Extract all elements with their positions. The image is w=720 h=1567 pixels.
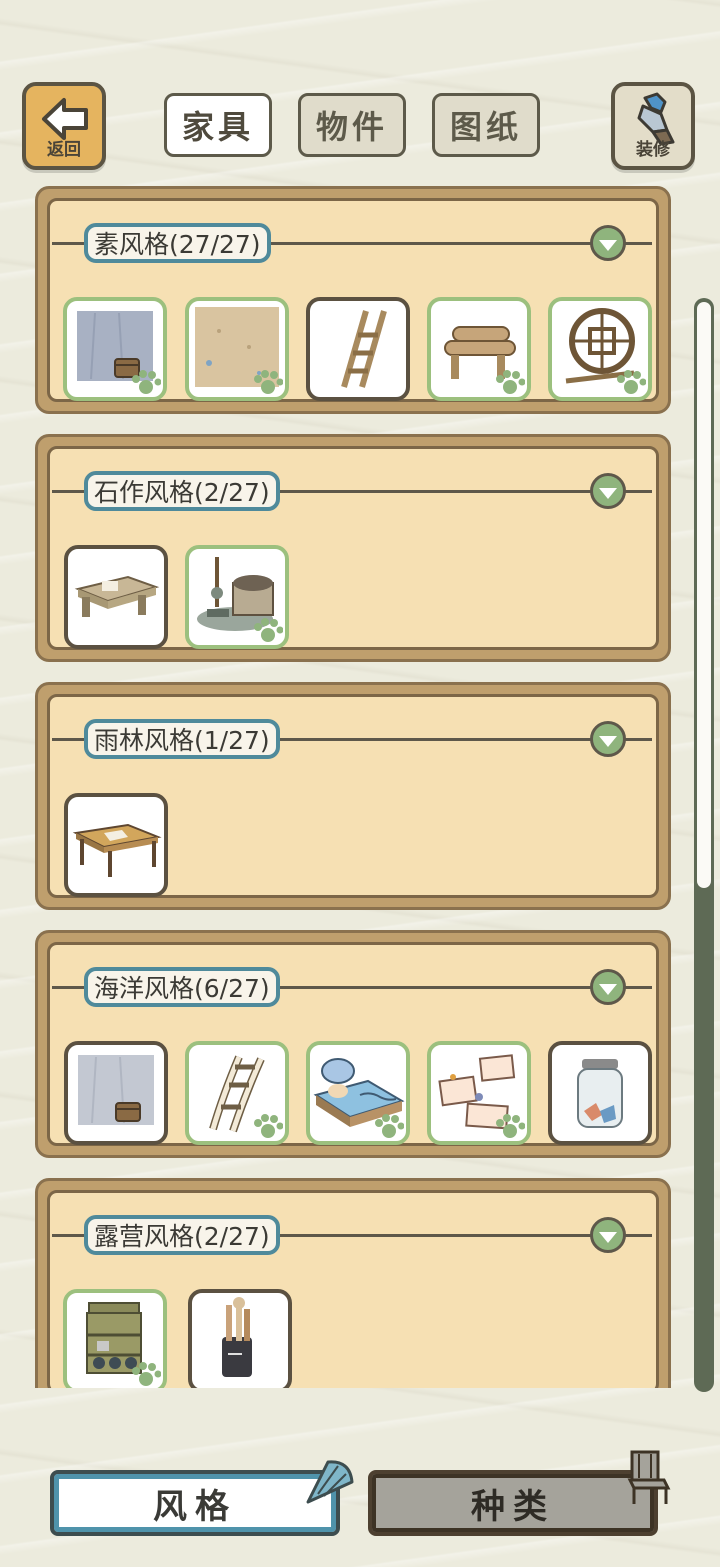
scrollbar-track[interactable] [694,298,714,1392]
back-label: 返回 [47,140,81,160]
item-wall-with-bucket[interactable] [63,297,167,401]
chair-icon [627,1450,671,1504]
category-title: 石作风格(2/27) [84,471,280,511]
kind-sort-button[interactable]: 种类 [368,1470,658,1536]
kind-sort-label: 种类 [471,1486,555,1527]
item-wall-with-bucket[interactable] [64,1041,168,1145]
tab-blueprints[interactable]: 图纸 [432,93,540,157]
category-title: 海洋风格(6/27) [84,967,280,1007]
category-panel-ocean: 海洋风格(6/27) [35,930,671,1158]
item-glass-jar[interactable] [548,1041,652,1145]
category-panel-rainforest: 雨林风格(1/27) [35,682,671,910]
tool-bucket-icon [222,1297,252,1377]
paw-icon [132,1362,161,1386]
panel-inner: 露营风格(2/27) [47,1190,659,1388]
chevron-down-icon[interactable] [590,1217,626,1253]
tab-objects[interactable]: 物件 [298,93,406,157]
paw-icon [496,1114,525,1138]
paw-icon [617,370,646,394]
paw-icon [254,370,283,394]
item-wooden-ladder[interactable] [306,297,410,401]
category-panel-plain: 素风格(27/27) [35,186,671,414]
low-table-icon [72,823,162,877]
item-notes-board[interactable] [427,1041,531,1145]
scrollbar-thumb[interactable] [697,302,711,888]
wall-bucket-icon [78,1055,154,1125]
category-title: 雨林风格(1/27) [84,719,280,759]
chevron-down-icon[interactable] [590,721,626,757]
stone-table-icon [74,575,160,617]
top-bar: 返回 家具 物件 图纸 装修 [0,0,720,180]
item-tool-bucket[interactable] [188,1289,292,1388]
item-log-bench[interactable] [427,297,531,401]
back-button[interactable]: 返回 [22,82,106,170]
chevron-down-icon[interactable] [590,473,626,509]
category-title: 露营风格(2/27) [84,1215,280,1255]
item-camping-shelf[interactable] [63,1289,167,1388]
category-panel-camping: 露营风格(2/27) [35,1178,671,1388]
panel-inner: 石作风格(2/27) [47,446,659,650]
panel-inner: 雨林风格(1/27) [47,694,659,898]
item-stone-table[interactable] [64,545,168,649]
style-sort-button[interactable]: 风格 [50,1470,340,1536]
chevron-down-icon[interactable] [590,225,626,261]
style-category-list[interactable]: 素风格(27/27) 石作风格(2/27) 雨林风格(1/27) 海洋风格(6/… [35,186,671,1388]
item-sand-floor[interactable] [185,297,289,401]
paw-icon [254,1114,283,1138]
shell-icon [306,1460,354,1504]
item-ocean-bed[interactable] [306,1041,410,1145]
decorate-button[interactable]: 装修 [611,82,695,170]
category-panel-stone: 石作风格(2/27) [35,434,671,662]
tab-furniture[interactable]: 家具 [164,93,272,157]
panel-inner: 海洋风格(6/27) [47,942,659,1146]
category-title: 素风格(27/27) [84,223,271,263]
ladder-icon [341,310,387,388]
paw-icon [254,618,283,642]
style-sort-label: 风格 [153,1486,237,1527]
item-wooden-low-table[interactable] [64,793,168,897]
item-white-ladder[interactable] [185,1041,289,1145]
item-stone-stove[interactable] [185,545,289,649]
item-round-lattice-window[interactable] [548,297,652,401]
panel-inner: 素风格(27/27) [47,198,659,402]
paw-icon [496,370,525,394]
paw-icon [375,1114,404,1138]
paw-icon [132,370,161,394]
chevron-down-icon[interactable] [590,969,626,1005]
decorate-label: 装修 [636,140,670,160]
glass-jar-icon [577,1059,623,1128]
